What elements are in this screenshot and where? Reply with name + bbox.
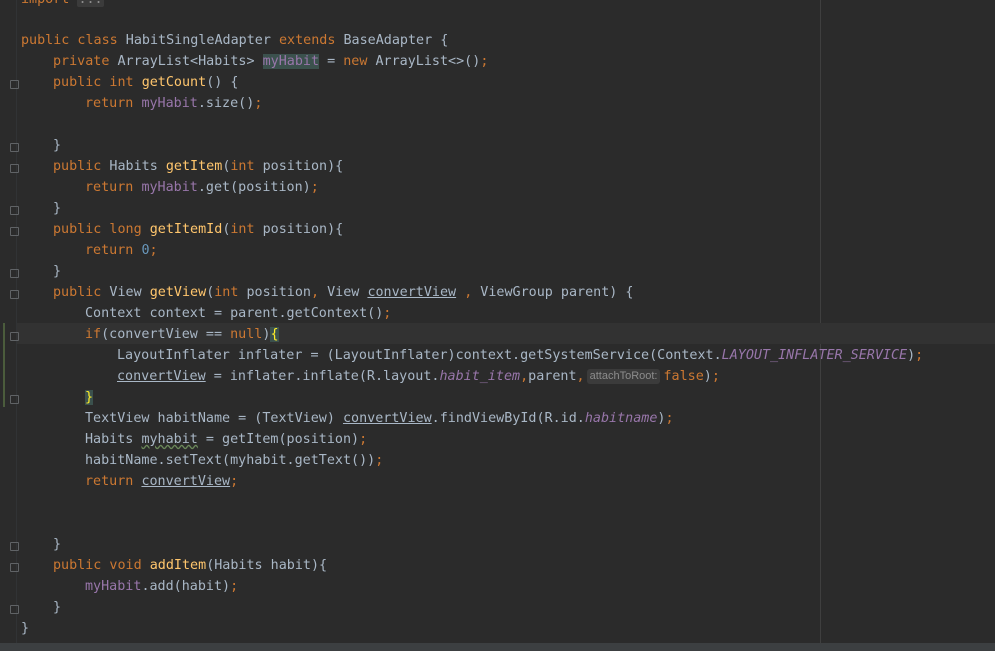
code-line[interactable]: }	[53, 261, 61, 282]
code-line[interactable]: public int getCount() {	[53, 72, 238, 93]
code-line[interactable]: return convertView;	[85, 471, 238, 492]
code-line-current[interactable]: if(convertView == null){	[85, 324, 279, 345]
code-line-import[interactable]: import ...	[21, 0, 104, 10]
code-line[interactable]: return myHabit.get(position);	[85, 177, 319, 198]
fold-toggle-icon[interactable]	[10, 269, 19, 278]
code-line[interactable]: LayoutInflater inflater = (LayoutInflate…	[117, 345, 923, 366]
fold-toggle-icon[interactable]	[10, 143, 19, 152]
code-line[interactable]: public View getView(int position, View c…	[53, 282, 634, 303]
code-line[interactable]: }	[85, 387, 94, 408]
fold-toggle-icon[interactable]	[10, 227, 19, 236]
code-line[interactable]: private ArrayList<Habits> myHabit = new …	[53, 51, 488, 72]
matched-brace: {	[270, 327, 279, 342]
fold-toggle-icon[interactable]	[10, 563, 19, 572]
fold-toggle-icon[interactable]	[10, 332, 19, 341]
vcs-change-marker[interactable]	[3, 323, 5, 407]
fold-toggle-icon[interactable]	[10, 290, 19, 299]
code-line[interactable]: convertView = inflater.inflate(R.layout.…	[117, 366, 720, 387]
fold-toggle-icon[interactable]	[10, 206, 19, 215]
code-line[interactable]: public long getItemId(int position){	[53, 219, 343, 240]
code-line[interactable]: public Habits getItem(int position){	[53, 156, 343, 177]
code-line[interactable]: }	[53, 597, 61, 618]
code-line[interactable]: public class HabitSingleAdapter extends …	[21, 30, 448, 51]
code-line[interactable]: }	[21, 618, 29, 639]
code-line[interactable]: Context context = parent.getContext();	[85, 303, 391, 324]
code-editor[interactable]: import ... public class HabitSingleAdapt…	[0, 0, 995, 643]
code-line[interactable]: return 0;	[85, 240, 158, 261]
right-margin-guide	[820, 0, 821, 643]
code-line[interactable]: }	[53, 534, 61, 555]
code-line[interactable]: }	[53, 135, 61, 156]
code-line[interactable]: myHabit.add(habit);	[85, 576, 238, 597]
horizontal-scrollbar[interactable]	[0, 643, 995, 651]
code-line[interactable]: Habits myhabit = getItem(position);	[85, 429, 367, 450]
fold-toggle-icon[interactable]	[10, 542, 19, 551]
fold-toggle-icon[interactable]	[10, 605, 19, 614]
parameter-hint: attachToRoot:	[586, 369, 661, 384]
code-line[interactable]: TextView habitName = (TextView) convertV…	[85, 408, 674, 429]
fold-toggle-icon[interactable]	[10, 80, 19, 89]
fold-toggle-icon[interactable]	[10, 164, 19, 173]
code-line[interactable]: return myHabit.size();	[85, 93, 262, 114]
code-line[interactable]: }	[53, 198, 61, 219]
code-line[interactable]: habitName.setText(myhabit.getText());	[85, 450, 383, 471]
matched-brace: }	[85, 390, 94, 405]
fold-toggle-icon[interactable]	[10, 395, 19, 404]
folded-imports[interactable]: ...	[77, 0, 104, 7]
spelling-warning[interactable]: myhabit	[141, 432, 197, 447]
code-line[interactable]: public void addItem(Habits habit){	[53, 555, 327, 576]
